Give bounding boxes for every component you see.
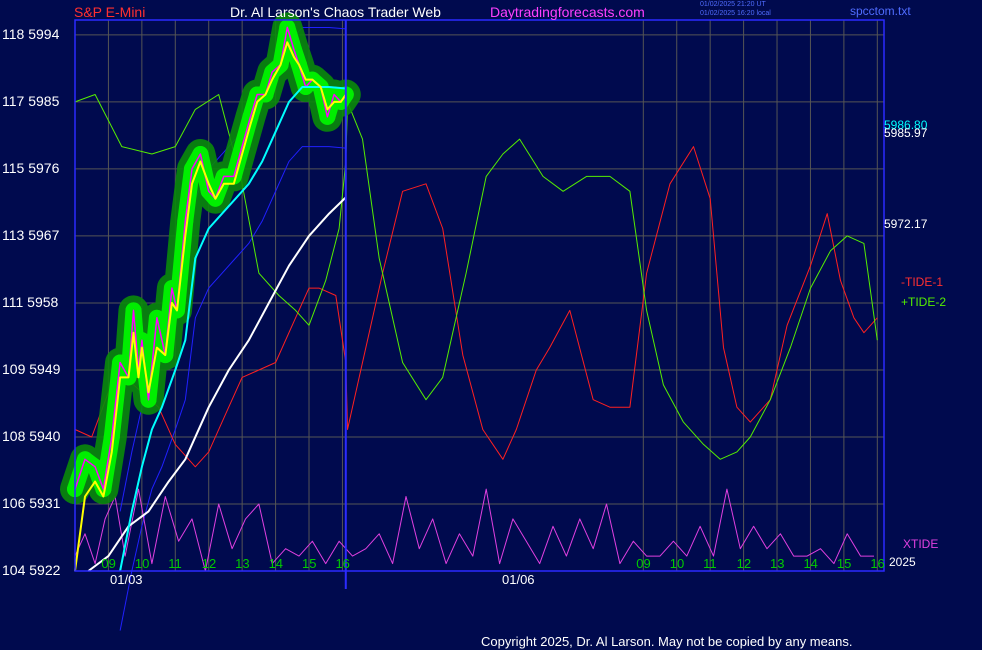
site-link[interactable]: Daytradingforecasts.com bbox=[490, 4, 645, 20]
readout-fast: 5985.97 bbox=[884, 126, 928, 140]
x-tick-label: 15 bbox=[302, 556, 317, 571]
plot-area bbox=[75, 20, 884, 571]
y-tick-label: 108 5940 bbox=[2, 427, 61, 444]
x-tick-label: 14 bbox=[803, 556, 818, 571]
x-tick-label: 12 bbox=[736, 556, 752, 571]
y-tick-label: 113 5967 bbox=[2, 226, 60, 243]
x-tick-label: 16 bbox=[870, 556, 885, 571]
y-tick-label: 109 5949 bbox=[2, 360, 61, 377]
x-tick-label: 14 bbox=[268, 556, 284, 571]
y-tick-label: 111 5958 bbox=[2, 293, 59, 310]
date-label-2: 01/06 bbox=[502, 572, 535, 587]
x-tick-label: 13 bbox=[235, 556, 250, 571]
timestamp-ut: 01/02/2025 21:20 UT bbox=[700, 1, 766, 8]
timestamp-local: 01/02/2025 16:20 local bbox=[700, 10, 771, 17]
y-tick-label: 104 5922 bbox=[2, 562, 61, 578]
x-tick-label: 16 bbox=[335, 556, 350, 571]
readout-slow: 5972.17 bbox=[884, 217, 928, 231]
site-title: Dr. Al Larson's Chaos Trader Web bbox=[230, 4, 441, 20]
legend-tide-1: -TIDE-1 bbox=[901, 275, 943, 289]
x-tick-label: 13 bbox=[770, 556, 785, 571]
x-tick-label: 10 bbox=[134, 556, 150, 571]
x-tick-label: 11 bbox=[703, 556, 717, 571]
instrument-title: S&P E-Mini bbox=[74, 4, 146, 20]
x-tick-label: 11 bbox=[168, 556, 182, 571]
x-tick-label: 12 bbox=[201, 556, 217, 571]
x-tick-label: 15 bbox=[836, 556, 852, 571]
x-tick-label: 10 bbox=[669, 556, 685, 571]
year-label: 2025 bbox=[889, 555, 916, 569]
y-tick-label: 117 5985 bbox=[2, 92, 60, 109]
x-tick-label: 09 bbox=[101, 556, 116, 571]
data-file-name: spcctom.txt bbox=[850, 4, 911, 18]
x-tick-label: 09 bbox=[636, 556, 651, 571]
chaos-trader-chart bbox=[60, 12, 885, 631]
y-tick-label: 115 5976 bbox=[2, 159, 60, 176]
legend-xtide: XTIDE bbox=[903, 537, 939, 551]
y-tick-label: 118 5994 bbox=[2, 25, 60, 42]
copyright-notice: Copyright 2025, Dr. Al Larson. May not b… bbox=[481, 634, 853, 649]
date-label-1: 01/03 bbox=[110, 572, 143, 587]
y-tick-label: 106 5931 bbox=[2, 494, 61, 511]
legend-tide-2: +TIDE-2 bbox=[901, 295, 947, 309]
